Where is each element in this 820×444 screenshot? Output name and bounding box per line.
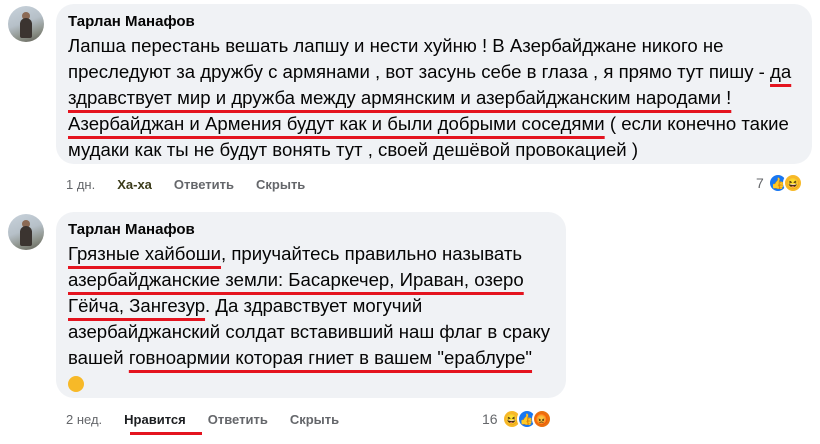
reply-button[interactable]: Ответить bbox=[208, 412, 268, 427]
comment-time[interactable]: 2 нед. bbox=[66, 412, 102, 427]
angry-icon: 😡 bbox=[531, 409, 552, 429]
comment-bubble: Тарлан Манафов Грязные хайбоши, приучайт… bbox=[56, 212, 566, 398]
haha-icon: 😆 bbox=[782, 173, 803, 193]
comment-actions: 2 нед. Нравится Ответить Скрыть bbox=[66, 412, 361, 427]
reaction-count: 7 bbox=[756, 175, 764, 191]
like-button-underline bbox=[130, 432, 202, 435]
avatar[interactable] bbox=[8, 214, 44, 250]
reaction-summary[interactable]: 16 😆 👍 😡 bbox=[482, 409, 552, 429]
comment-bubble: Тарлан Манафов Лапша перестань вешать ла… bbox=[56, 4, 812, 164]
like-button[interactable]: Нравится bbox=[124, 412, 186, 427]
hide-button[interactable]: Скрыть bbox=[290, 412, 339, 427]
laughing-emoji-icon bbox=[68, 375, 554, 393]
avatar[interactable] bbox=[8, 6, 44, 42]
reaction-summary[interactable]: 7 👍 😆 bbox=[756, 173, 803, 193]
comment-text: Грязные хайбоши, приучайтесь правильно н… bbox=[68, 243, 551, 368]
comment-author[interactable]: Тарлан Манафов bbox=[68, 220, 554, 239]
reply-button[interactable]: Ответить bbox=[174, 177, 234, 192]
comment-actions: 1 дн. Ха-ха Ответить Скрыть bbox=[66, 177, 327, 192]
comment-text: Лапша перестань вешать лапшу и нести хуй… bbox=[68, 35, 792, 160]
comment-author[interactable]: Тарлан Манафов bbox=[68, 12, 800, 31]
reaction-count: 16 bbox=[482, 411, 498, 427]
reaction-button[interactable]: Ха-ха bbox=[117, 177, 152, 192]
hide-button[interactable]: Скрыть bbox=[256, 177, 305, 192]
comment-time[interactable]: 1 дн. bbox=[66, 177, 95, 192]
